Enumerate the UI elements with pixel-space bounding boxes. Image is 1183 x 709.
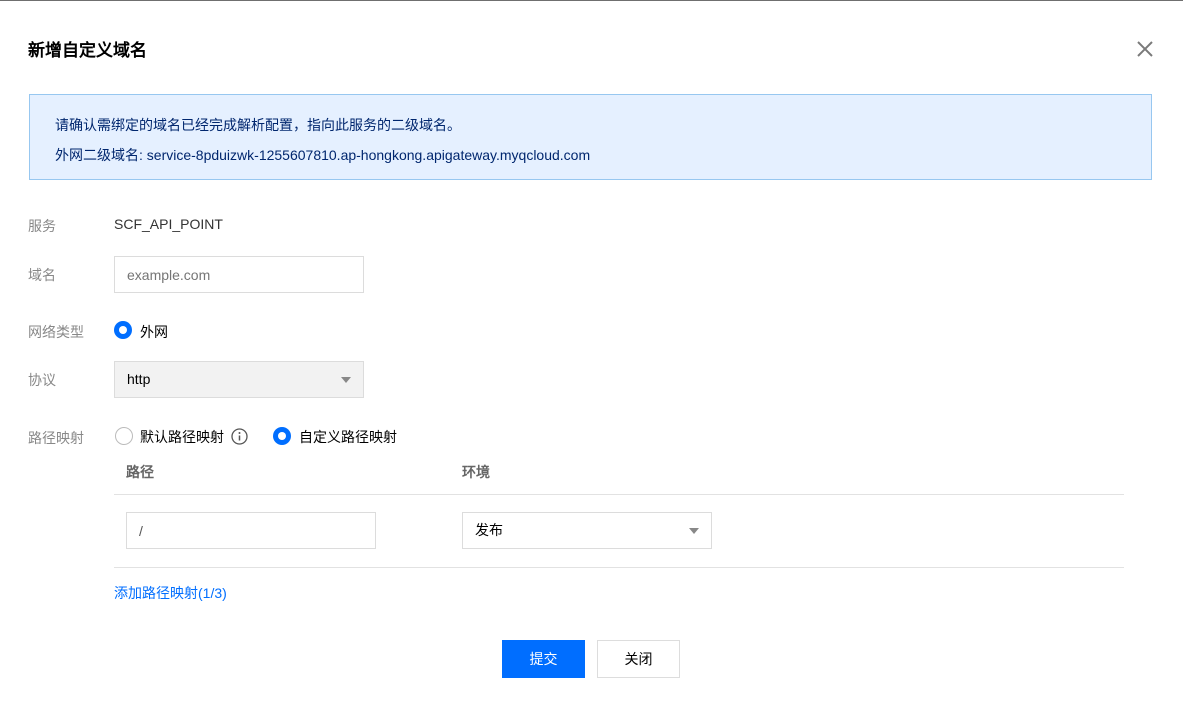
network-option-label: 外网	[140, 324, 168, 340]
path-mapping-label: 路径映射	[28, 430, 84, 446]
domain-label: 域名	[28, 267, 56, 283]
path-mapping-default-label: 默认路径映射	[140, 429, 224, 445]
domain-input[interactable]	[114, 256, 364, 293]
info-notice: 请确认需绑定的域名已经完成解析配置，指向此服务的二级域名。 外网二级域名: se…	[29, 94, 1152, 180]
protocol-select[interactable]: http	[114, 361, 364, 398]
dialog-title: 新增自定义域名	[28, 41, 147, 60]
table-row-divider	[114, 567, 1124, 568]
close-icon[interactable]	[1133, 37, 1157, 61]
network-radio-external[interactable]	[114, 321, 132, 339]
submit-button[interactable]: 提交	[502, 640, 585, 678]
column-header-env: 环境	[462, 464, 490, 480]
top-edge-line	[0, 0, 1183, 1]
add-path-mapping-link[interactable]: 添加路径映射(1/3)	[114, 583, 227, 603]
close-button[interactable]: 关闭	[597, 640, 680, 678]
path-mapping-radio-default[interactable]	[115, 427, 133, 445]
protocol-select-value: http	[127, 371, 151, 387]
table-header-divider	[114, 494, 1124, 495]
service-value: SCF_API_POINT	[114, 216, 223, 232]
protocol-label: 协议	[28, 372, 56, 388]
info-icon[interactable]	[231, 428, 248, 445]
environment-select-value: 发布	[475, 522, 503, 538]
notice-line-1: 请确认需绑定的域名已经完成解析配置，指向此服务的二级域名。	[55, 117, 461, 133]
column-header-path: 路径	[126, 464, 154, 480]
path-mapping-radio-custom[interactable]	[273, 427, 291, 445]
chevron-down-icon	[689, 528, 699, 534]
path-mapping-custom-label: 自定义路径映射	[299, 429, 397, 445]
environment-select[interactable]: 发布	[462, 512, 712, 549]
path-input[interactable]	[126, 512, 376, 549]
notice-line-2: 外网二级域名: service-8pduizwk-1255607810.ap-h…	[55, 147, 591, 163]
chevron-down-icon	[341, 377, 351, 383]
network-label: 网络类型	[28, 324, 84, 340]
service-label: 服务	[28, 218, 56, 234]
